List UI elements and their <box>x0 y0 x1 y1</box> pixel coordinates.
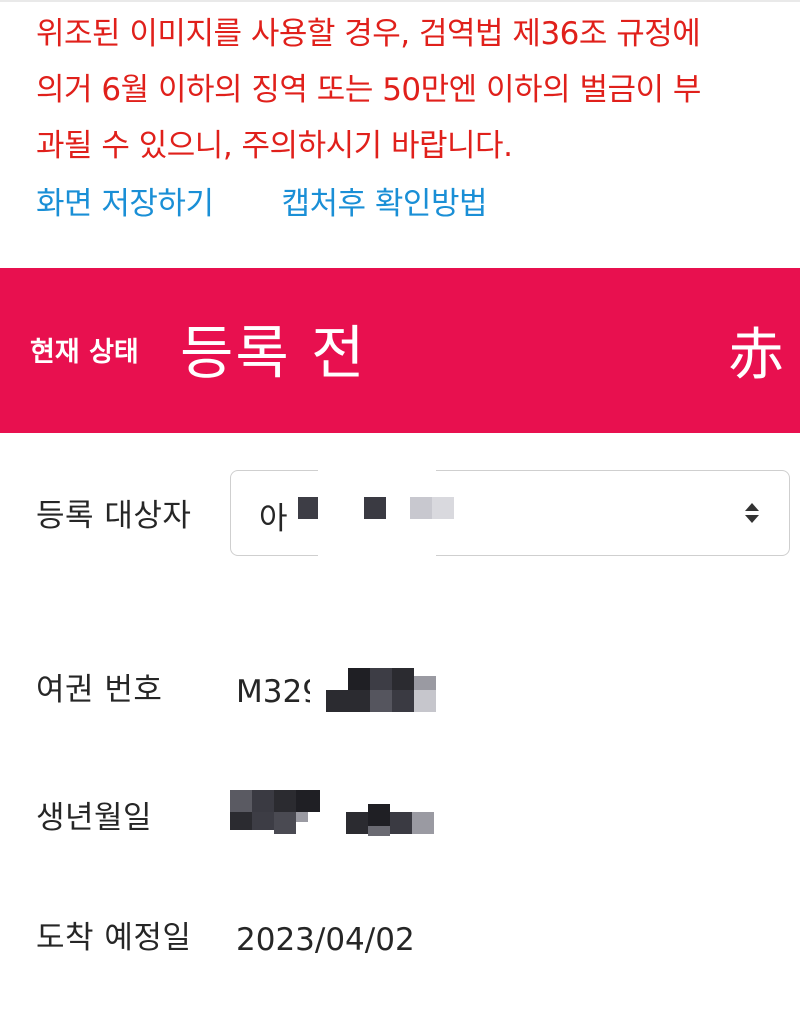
registrant-select-value: 아 <box>259 501 288 537</box>
top-divider <box>0 0 800 2</box>
warning-line-1: 위조된 이미지를 사용할 경우, 검역법 제36조 규정에 <box>36 16 701 52</box>
birthdate-label: 생년월일 <box>36 800 153 836</box>
status-side-char: 赤 <box>728 323 784 388</box>
forgery-warning: 위조된 이미지를 사용할 경우, 검역법 제36조 규정에 의거 6월 이하의 … <box>36 6 796 174</box>
status-value: 등록 전 <box>180 319 367 387</box>
warning-line-2: 의거 6월 이하의 징역 또는 50만엔 이하의 벌금이 부 <box>36 72 701 108</box>
save-screen-link[interactable]: 화면 저장하기 <box>36 178 214 228</box>
arrival-label: 도착 예정일 <box>36 920 192 956</box>
action-links: 화면 저장하기 캡처후 확인방법 <box>36 178 487 228</box>
page: 위조된 이미지를 사용할 경우, 검역법 제36조 규정에 의거 6월 이하의 … <box>0 0 800 1022</box>
warning-line-3: 과될 수 있으니, 주의하시기 바랍니다. <box>36 128 513 164</box>
passport-label: 여권 번호 <box>36 672 163 708</box>
status-label: 현재 상태 <box>30 337 139 368</box>
arrival-value: 2023/04/02 <box>236 922 415 958</box>
capture-howto-link[interactable]: 캡처후 확인방법 <box>281 178 487 228</box>
select-updown-icon <box>745 503 759 523</box>
status-banner: 현재 상태 등록 전 赤 <box>0 268 800 433</box>
registrant-label: 등록 대상자 <box>36 498 192 534</box>
